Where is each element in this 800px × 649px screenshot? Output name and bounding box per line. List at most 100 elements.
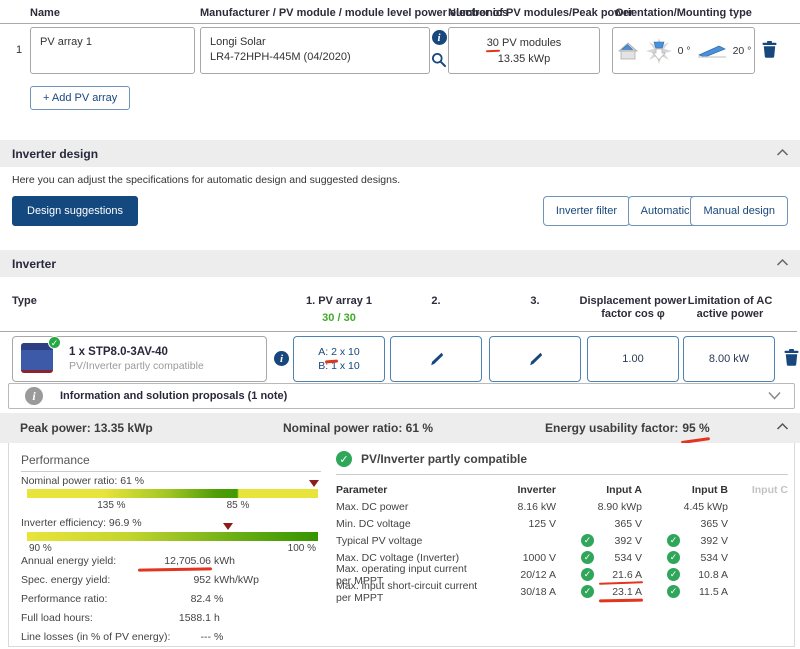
energy-usability-value: 95 % bbox=[682, 421, 709, 435]
header-divider bbox=[0, 23, 800, 24]
delete-inverter-icon[interactable] bbox=[784, 349, 799, 366]
module-count: 30 bbox=[487, 37, 499, 49]
check-icon: ✓ bbox=[667, 534, 680, 547]
expand-chevron-down-icon[interactable] bbox=[767, 390, 782, 401]
module-model: LR4-72HPH-445M (04/2020) bbox=[210, 50, 420, 65]
pv-array-1-assigned-count: 30 / 30 bbox=[293, 312, 385, 324]
inverter-info-icon[interactable]: i bbox=[274, 351, 289, 366]
stat-line-losses: Line losses (in % of PV energy): ---% bbox=[21, 629, 321, 648]
pencil-edit-icon bbox=[429, 352, 443, 366]
divider bbox=[336, 474, 788, 475]
string-config-box[interactable]: A: 2 x 10 B: 1 x 10 bbox=[293, 336, 385, 382]
compat-row-short-circuit-current: Max. input short-circuit current per MPP… bbox=[336, 583, 788, 600]
col-header-type: Type bbox=[12, 295, 37, 307]
nominal-power-ratio-gauge: 135 % 85 % bbox=[27, 489, 318, 498]
col-header-modules: Number of PV modules/Peak power bbox=[448, 7, 633, 19]
gauge1-tick-135: 135 % bbox=[97, 500, 125, 511]
tilt-panel-icon bbox=[697, 44, 727, 58]
stat-annual-energy-yield: Annual energy yield: 12,705.06kWh bbox=[21, 553, 321, 572]
design-suggestions-button[interactable]: Design suggestions bbox=[12, 196, 138, 226]
inverter-efficiency-gauge: 90 % 100 % bbox=[27, 532, 318, 541]
module-count-box[interactable]: 30 PV modules 13.35 kWp bbox=[448, 27, 600, 74]
information-proposals-label: Information and solution proposals (1 no… bbox=[60, 390, 287, 402]
gauge-marker bbox=[309, 480, 319, 487]
manual-design-button[interactable]: Manual design bbox=[690, 196, 788, 226]
compatibility-table: Parameter Inverter Input A Input B Input… bbox=[336, 481, 788, 600]
inverter-type-box[interactable]: ✓ 1 x STP8.0-3AV-40 PV/Inverter partly c… bbox=[12, 336, 267, 382]
stat-performance-ratio: Performance ratio: 82.4% bbox=[21, 591, 321, 610]
check-icon: ✓ bbox=[581, 585, 594, 598]
compat-header-row: Parameter Inverter Input A Input B Input… bbox=[336, 481, 788, 498]
col-header-ac-limit: Limitation of AC active power bbox=[676, 295, 784, 321]
delete-pv-array-icon[interactable] bbox=[762, 41, 777, 58]
col-header-displacement: Displacement power factor cos φ bbox=[578, 295, 688, 321]
inverter-title: Inverter bbox=[12, 257, 56, 271]
col-header-orientation: Orientation/Mounting type bbox=[612, 7, 755, 19]
compat-row-max-dc-power: Max. DC power 8.16 kW 8.90 kWp 4.45 kWp bbox=[336, 498, 788, 515]
gauge1-label: Nominal power ratio: 61 % bbox=[21, 475, 144, 487]
edit-string-3-box[interactable] bbox=[489, 336, 581, 382]
pv-module-select[interactable]: Longi Solar LR4-72HPH-445M (04/2020) bbox=[200, 27, 430, 74]
azimuth-value: 0 ° bbox=[678, 45, 691, 57]
inverter-design-title: Inverter design bbox=[12, 147, 98, 161]
inverter-section-header[interactable]: Inverter bbox=[0, 250, 800, 277]
pencil-edit-icon bbox=[528, 352, 542, 366]
inverter-filter-button[interactable]: Inverter filter bbox=[543, 196, 630, 226]
divider bbox=[21, 471, 321, 472]
stat-spec-energy-yield: Spec. energy yield: 952kWh/kWp bbox=[21, 572, 321, 591]
inverter-compatibility-note: PV/Inverter partly compatible bbox=[69, 360, 204, 372]
performance-details-panel: Performance Nominal power ratio: 61 % 13… bbox=[8, 443, 795, 647]
gauge-marker bbox=[223, 523, 233, 530]
collapse-chevron-up-icon[interactable] bbox=[776, 258, 789, 267]
stat-full-load-hours: Full load hours: 1588.1h bbox=[21, 610, 321, 629]
orientation-box[interactable]: 0 ° 20 ° bbox=[612, 27, 755, 74]
col-header-3: 3. bbox=[489, 295, 581, 307]
check-icon: ✓ bbox=[581, 534, 594, 547]
collapse-chevron-up-icon[interactable] bbox=[776, 148, 789, 157]
compatibility-title: ✓ PV/Inverter partly compatible bbox=[336, 451, 527, 467]
pv-array-name-input[interactable]: PV array 1 bbox=[30, 27, 195, 74]
short-circuit-current-a-value: 23.1 A bbox=[600, 586, 642, 598]
col-header-name: Name bbox=[30, 7, 60, 19]
operating-current-a-value: 21.6 A bbox=[600, 569, 642, 581]
cos-phi-input[interactable]: 1.00 bbox=[587, 336, 679, 382]
col-header-2: 2. bbox=[390, 295, 482, 307]
collapse-chevron-up-icon[interactable] bbox=[776, 422, 789, 431]
module-search-icon[interactable] bbox=[431, 52, 447, 68]
information-proposals-bar[interactable]: i Information and solution proposals (1 … bbox=[8, 383, 795, 409]
inverter-device-image: ✓ bbox=[21, 341, 57, 377]
performance-title: Performance bbox=[21, 453, 90, 467]
check-icon: ✓ bbox=[667, 568, 680, 581]
note-info-icon: i bbox=[25, 387, 43, 405]
compat-row-typical-pv-voltage: Typical PV voltage ✓392 V ✓392 V bbox=[336, 532, 788, 549]
results-summary-bar[interactable]: Peak power: 13.35 kWp Nominal power rati… bbox=[0, 413, 800, 443]
azimuth-compass-icon bbox=[646, 38, 672, 64]
compatible-check-icon: ✓ bbox=[336, 451, 352, 467]
ac-limit-input[interactable]: 8.00 kW bbox=[683, 336, 775, 382]
peak-power-summary: Peak power: 13.35 kWp bbox=[20, 421, 153, 435]
manufacturer-name: Longi Solar bbox=[210, 35, 420, 50]
edit-string-2-box[interactable] bbox=[390, 336, 482, 382]
energy-usability-summary: Energy usability factor:95 % bbox=[545, 421, 710, 435]
compat-row-min-dc-voltage: Min. DC voltage 125 V 365 V 365 V bbox=[336, 515, 788, 532]
compatible-check-badge: ✓ bbox=[48, 336, 61, 349]
check-icon: ✓ bbox=[667, 585, 680, 598]
module-count-label: PV modules bbox=[502, 37, 561, 49]
performance-stats: Annual energy yield: 12,705.06kWh Spec. … bbox=[21, 553, 321, 648]
inverter-model: 1 x STP8.0-3AV-40 bbox=[69, 346, 204, 358]
module-info-icon[interactable]: i bbox=[432, 30, 447, 45]
gauge1-tick-85: 85 % bbox=[227, 500, 250, 511]
inverter-design-description: Here you can adjust the specifications f… bbox=[12, 174, 400, 186]
annual-energy-yield-value: 12,705.06 bbox=[139, 555, 211, 567]
inverter-design-section-header[interactable]: Inverter design bbox=[0, 140, 800, 167]
inverter-header-divider bbox=[0, 331, 797, 332]
pv-array-row-index: 1 bbox=[16, 44, 22, 56]
col-header-pv-array-1: 1. PV array 1 bbox=[293, 295, 385, 307]
string-a-config: A: 2 x 10 bbox=[318, 345, 359, 359]
check-icon: ✓ bbox=[581, 568, 594, 581]
peak-power-value: 13.35 kWp bbox=[498, 51, 551, 67]
add-pv-array-button[interactable]: + Add PV array bbox=[30, 86, 130, 110]
pv-design-page: Name Manufacturer / PV module / module l… bbox=[0, 0, 800, 649]
check-icon: ✓ bbox=[667, 551, 680, 564]
tilt-value: 20 ° bbox=[733, 45, 752, 57]
